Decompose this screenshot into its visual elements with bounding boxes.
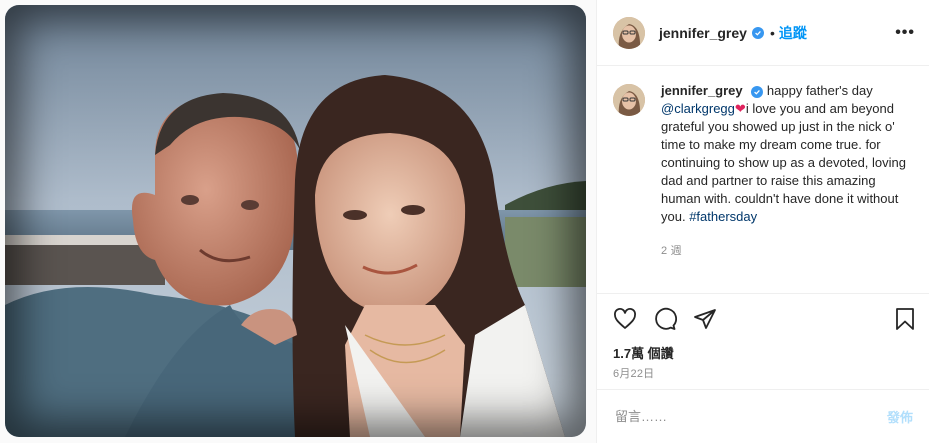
avatar[interactable] xyxy=(613,16,645,49)
comment-input[interactable] xyxy=(613,408,887,425)
comments-section: jennifer_grey happy father's day @clarkg… xyxy=(597,66,929,293)
caption-username[interactable]: jennifer_grey xyxy=(661,83,743,98)
post-media xyxy=(0,0,597,443)
post-header: jennifer_grey • 追蹤 ••• xyxy=(597,0,929,66)
post-date[interactable]: 6月22日 xyxy=(597,365,929,385)
caption-text-start: happy father's day xyxy=(766,83,873,98)
likes-count[interactable]: 1.7萬 個讚 xyxy=(597,343,929,365)
instagram-post: jennifer_grey • 追蹤 ••• jennifer_grey hap… xyxy=(0,0,929,443)
caption-mention-link[interactable]: @clarkgregg xyxy=(661,101,735,116)
caption-avatar[interactable] xyxy=(613,84,645,116)
red-heart-emoji-icon: ❤ xyxy=(734,101,746,116)
post-comment-button[interactable]: 發佈 xyxy=(887,407,913,426)
share-paper-plane-icon[interactable] xyxy=(693,307,717,331)
caption-verified-badge-icon xyxy=(751,85,764,98)
post-photo-image xyxy=(5,5,586,437)
caption-hashtag-link[interactable]: #fathersday xyxy=(689,209,757,224)
save-bookmark-icon[interactable] xyxy=(893,307,917,331)
verified-badge-icon xyxy=(751,26,764,39)
post-photo[interactable] xyxy=(5,5,586,437)
more-options-icon[interactable]: ••• xyxy=(895,24,915,42)
caption-time-ago[interactable]: 2 週 xyxy=(661,242,913,260)
avatar-image xyxy=(613,16,645,49)
comment-bubble-icon[interactable] xyxy=(653,307,677,331)
header-separator: • xyxy=(769,24,775,41)
post-caption: jennifer_grey happy father's day @clarkg… xyxy=(613,82,913,260)
caption-text-body: i love you and am beyond grateful you sh… xyxy=(661,101,907,224)
follow-button[interactable]: 追蹤 xyxy=(779,23,807,43)
caption-avatar-image xyxy=(613,84,645,116)
post-sidebar: jennifer_grey • 追蹤 ••• jennifer_grey hap… xyxy=(597,0,929,443)
action-bar xyxy=(597,293,929,343)
caption-body: jennifer_grey happy father's day @clarkg… xyxy=(661,82,913,260)
like-heart-icon[interactable] xyxy=(613,307,637,331)
header-username[interactable]: jennifer_grey xyxy=(659,25,747,41)
comment-composer: 發佈 xyxy=(597,389,929,443)
